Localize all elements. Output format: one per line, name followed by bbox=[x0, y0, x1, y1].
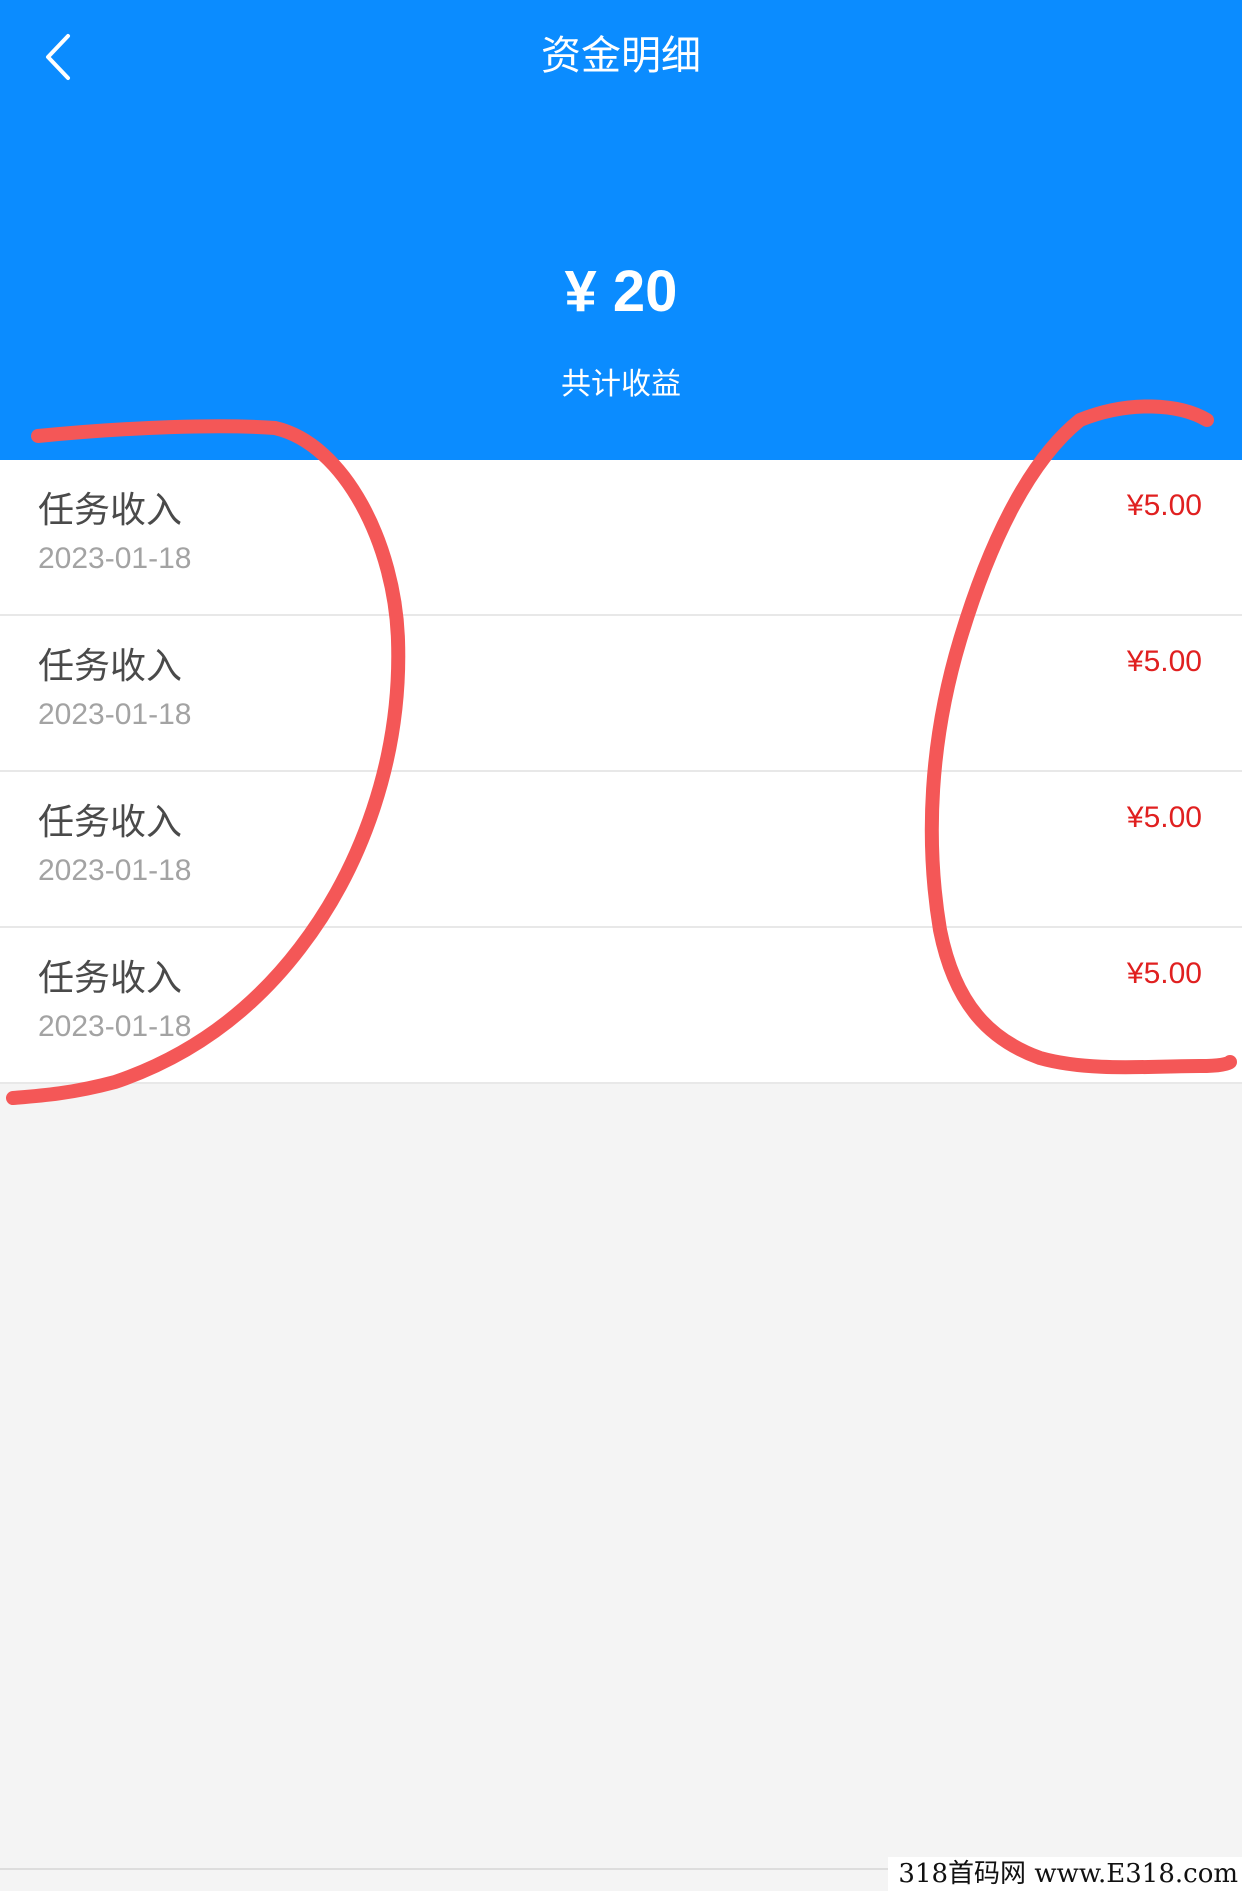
transaction-title: 任务收入 bbox=[38, 958, 183, 999]
transaction-title: 任务收入 bbox=[38, 646, 183, 687]
transaction-row[interactable]: 任务收入 2023-01-18 ¥5.00 bbox=[0, 460, 1242, 616]
transaction-amount: ¥5.00 bbox=[1126, 957, 1202, 990]
transaction-title: 任务收入 bbox=[38, 802, 183, 843]
transaction-row[interactable]: 任务收入 2023-01-18 ¥5.00 bbox=[0, 616, 1242, 772]
transaction-amount: ¥5.00 bbox=[1126, 801, 1202, 834]
transaction-list: 任务收入 2023-01-18 ¥5.00 任务收入 2023-01-18 ¥5… bbox=[0, 460, 1242, 1084]
page-title: 资金明细 bbox=[541, 33, 701, 79]
transaction-amount: ¥5.00 bbox=[1126, 489, 1202, 522]
total-amount: ¥ 20 bbox=[564, 259, 678, 324]
total-label: 共计收益 bbox=[561, 367, 681, 402]
transaction-title: 任务收入 bbox=[38, 490, 183, 531]
transaction-row[interactable]: 任务收入 2023-01-18 ¥5.00 bbox=[0, 772, 1242, 928]
transaction-date: 2023-01-18 bbox=[38, 854, 192, 887]
transaction-date: 2023-01-18 bbox=[38, 542, 192, 575]
transaction-date: 2023-01-18 bbox=[38, 1010, 192, 1043]
transaction-amount: ¥5.00 bbox=[1126, 645, 1202, 678]
transaction-date: 2023-01-18 bbox=[38, 698, 192, 731]
header-bar: 资金明细 ¥ 20 共计收益 bbox=[0, 0, 1242, 460]
transaction-row[interactable]: 任务收入 2023-01-18 ¥5.00 bbox=[0, 928, 1242, 1084]
watermark: 318首码网 www.E318.com bbox=[888, 1857, 1242, 1891]
